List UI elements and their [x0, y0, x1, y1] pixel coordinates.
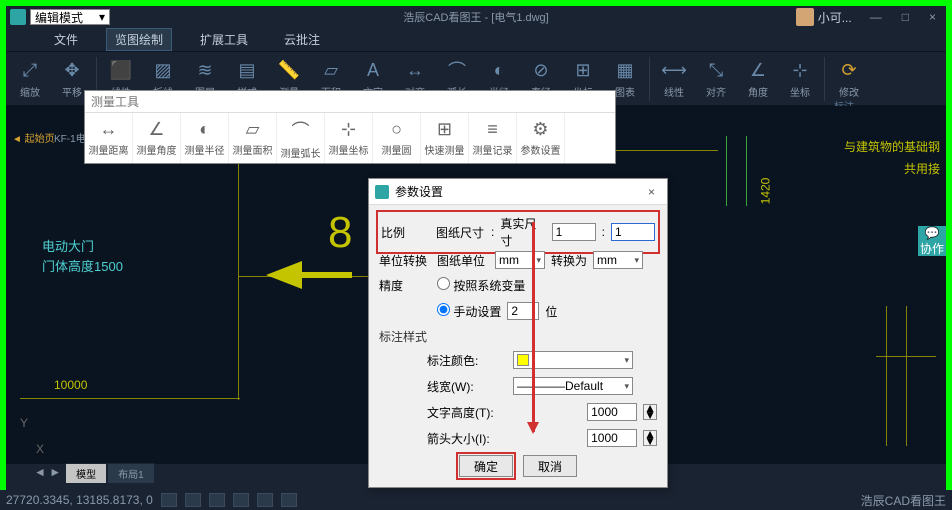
tool-coord[interactable]: ⊹测量坐标: [325, 113, 373, 163]
tool-radius[interactable]: ◐测量半径: [181, 113, 229, 163]
text-height-label: 文字高度(T):: [427, 404, 507, 421]
mode-combo[interactable]: 编辑模式 ▾: [30, 9, 110, 25]
measure-panel: ↔测量距离 ∠测量角度 ◐测量半径 ▱测量面积 ⌒测量弧长 ⊹测量坐标 ○测量圆…: [84, 90, 616, 164]
measure-search-input[interactable]: [91, 95, 609, 109]
status-btn[interactable]: [257, 493, 273, 507]
tool-settings[interactable]: ⚙参数设置: [517, 113, 565, 163]
tool-quick[interactable]: ⊞快速测量: [421, 113, 469, 163]
style-section-label: 标注样式: [379, 328, 657, 345]
scale-paper-input[interactable]: [552, 223, 596, 241]
text-gate: 电动大门: [42, 236, 94, 255]
statusbar: 27720.3345, 13185.8173, 0 浩辰CAD看图王: [0, 490, 952, 510]
scale-real-input[interactable]: [611, 223, 655, 241]
tool-record[interactable]: ≡测量记录: [469, 113, 517, 163]
text-height-input[interactable]: [587, 403, 637, 421]
menu-view[interactable]: 览图绘制: [106, 28, 172, 51]
tool-distance[interactable]: ↔测量距离: [85, 113, 133, 163]
lineweight-label: 线宽(W):: [427, 378, 507, 395]
cancel-button[interactable]: 取消: [523, 455, 577, 477]
chat-icon: 💬: [925, 226, 940, 240]
dim-10000: 10000: [54, 378, 87, 392]
minimize-button[interactable]: —: [864, 10, 888, 24]
stepper-down[interactable]: ▼: [644, 438, 656, 445]
paper-size-label: 图纸尺寸: [436, 224, 485, 241]
tool-circle[interactable]: ○测量圆: [373, 113, 421, 163]
status-btn[interactable]: [233, 493, 249, 507]
chevron-down-icon: ▾: [99, 10, 105, 24]
ribbon-dim-coord[interactable]: ⊹坐标: [782, 58, 818, 99]
target-unit-select[interactable]: mm▾: [593, 251, 643, 269]
status-btn[interactable]: [209, 493, 225, 507]
ribbon-dim-align[interactable]: ⤡对齐: [698, 58, 734, 99]
status-btn[interactable]: [161, 493, 177, 507]
measure-search: [85, 91, 615, 113]
status-btn[interactable]: [185, 493, 201, 507]
dim-1420: 1420: [758, 178, 772, 205]
precision-manual-radio[interactable]: 手动设置: [437, 303, 501, 320]
ribbon-dim-linear[interactable]: ⟷线性: [656, 58, 692, 99]
axis-x: X: [36, 442, 44, 456]
tool-arc[interactable]: ⌒测量弧长: [277, 113, 325, 163]
menu-file[interactable]: 文件: [46, 29, 86, 50]
user-name: 小可...: [818, 9, 852, 26]
scale-row: 比例 图纸尺寸 : 真实尺寸 :: [376, 210, 660, 254]
status-coords: 27720.3345, 13185.8173, 0: [6, 493, 153, 507]
avatar[interactable]: [796, 8, 814, 26]
dialog-icon: [375, 185, 389, 199]
side-coop[interactable]: 💬 协作: [918, 226, 946, 256]
dialog-close-button[interactable]: ×: [642, 185, 661, 199]
maximize-button[interactable]: □: [896, 10, 915, 24]
menu-ext[interactable]: 扩展工具: [192, 29, 256, 50]
window-title: 浩辰CAD看图王 - [电气1.dwg]: [403, 9, 548, 25]
annotation-arrow-icon: [532, 222, 535, 432]
lineweight-select[interactable]: ————Default▾: [513, 377, 633, 395]
arrow-size-label: 箭头大小(I):: [427, 430, 507, 447]
settings-dialog: 参数设置 × 比例 图纸尺寸 : 真实尺寸 : 单位转换 图纸单位 mm▾ 转换…: [368, 178, 668, 488]
text-right1: 与建筑物的基础钢: [844, 138, 940, 155]
text-height: 门体高度1500: [42, 256, 123, 275]
close-button[interactable]: ×: [923, 10, 942, 24]
tool-area[interactable]: ▱测量面积: [229, 113, 277, 163]
scale-label: 比例: [381, 224, 430, 241]
text-right2: 共用接: [904, 160, 940, 177]
stepper-down[interactable]: ▼: [644, 412, 656, 419]
mode-label: 编辑模式: [35, 9, 83, 26]
titlebar: 编辑模式 ▾ 浩辰CAD看图王 - [电气1.dwg] 小可... — □ ×: [6, 6, 946, 28]
tab-layout1[interactable]: 布局1: [107, 463, 155, 484]
doc-tab-start[interactable]: ◄ 起始页: [12, 130, 55, 145]
yellow-arrow-icon: [266, 261, 302, 289]
color-select[interactable]: ▾: [513, 351, 633, 369]
status-brand: 浩辰CAD看图王: [861, 492, 946, 509]
ribbon-edit[interactable]: ⟳修改: [831, 58, 867, 99]
big-8: 8: [328, 208, 352, 258]
unit-label: 单位转换: [379, 252, 431, 269]
arrow-size-input[interactable]: [587, 429, 637, 447]
ribbon-dim-angle[interactable]: ∠角度: [740, 58, 776, 99]
tab-model[interactable]: 模型: [65, 463, 107, 484]
color-label: 标注颜色:: [427, 352, 507, 369]
layout-tabs: ◄ ► 模型 布局1: [30, 463, 155, 484]
axis-y: Y: [20, 416, 28, 430]
real-size-label: 真实尺寸: [500, 215, 545, 249]
dialog-titlebar[interactable]: 参数设置 ×: [369, 179, 667, 205]
menubar: 文件 览图绘制 扩展工具 云批注: [6, 28, 946, 52]
ribbon-zoom[interactable]: ⤢缩放: [12, 58, 48, 99]
app-icon: [10, 9, 26, 25]
paper-unit-select[interactable]: mm▾: [495, 251, 545, 269]
precision-label: 精度: [379, 277, 431, 294]
paper-unit-label: 图纸单位: [437, 252, 489, 269]
menu-cloud[interactable]: 云批注: [276, 29, 328, 50]
tool-angle[interactable]: ∠测量角度: [133, 113, 181, 163]
ok-button[interactable]: 确定: [459, 455, 513, 477]
convert-to-label: 转换为: [551, 252, 587, 269]
precision-system-radio[interactable]: 按照系统变量: [437, 277, 525, 294]
status-btn[interactable]: [281, 493, 297, 507]
dialog-title: 参数设置: [395, 183, 443, 200]
